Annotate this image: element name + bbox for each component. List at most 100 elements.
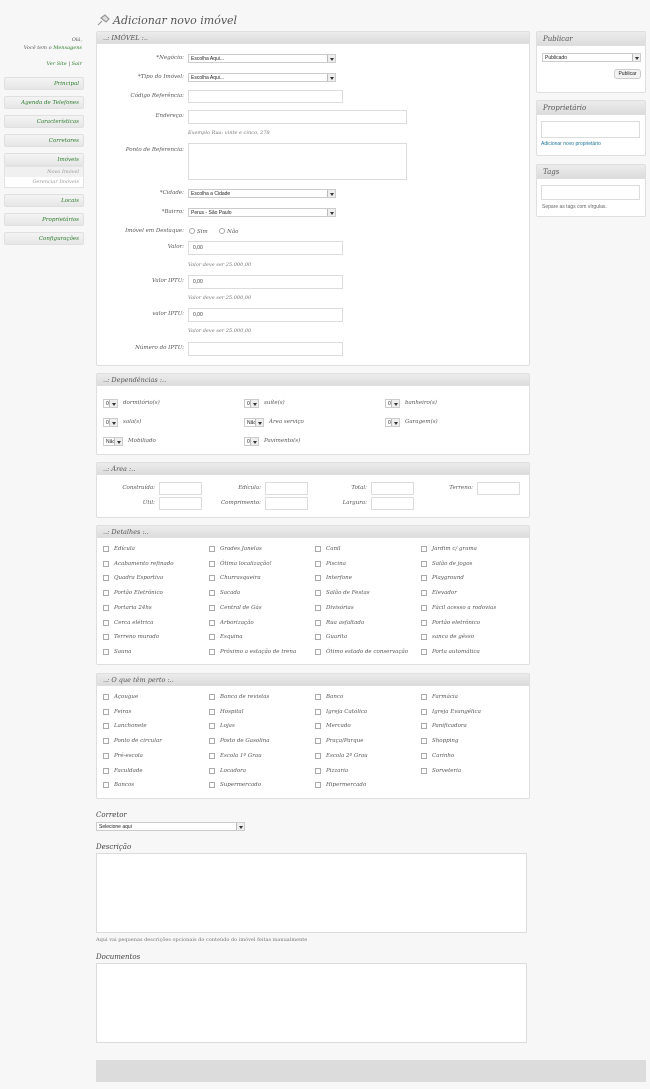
perto-checkbox[interactable] — [315, 738, 321, 745]
bairro-select[interactable]: Perus - São Paulo — [188, 208, 336, 217]
dependencia-select[interactable]: 0 — [103, 399, 118, 408]
menu-item-caracteristicas[interactable]: Características — [4, 115, 84, 128]
dependencia-select[interactable]: 0 — [103, 418, 118, 427]
detalhe-checkbox[interactable] — [103, 546, 109, 552]
detalhe-checkbox[interactable] — [315, 619, 321, 626]
codigo-input[interactable] — [188, 90, 343, 103]
publish-button[interactable]: Publicar — [614, 69, 641, 79]
detalhe-checkbox[interactable] — [209, 604, 215, 611]
perto-checkbox[interactable] — [209, 738, 215, 745]
perto-checkbox[interactable] — [103, 723, 109, 730]
detalhe-checkbox[interactable] — [209, 634, 215, 641]
perto-checkbox[interactable] — [315, 708, 321, 715]
dependencia-select[interactable]: 0 — [244, 399, 259, 408]
documentos-textarea[interactable] — [96, 963, 527, 1043]
view-site-link[interactable]: Ver Site — [47, 61, 67, 67]
perto-checkbox[interactable] — [103, 782, 109, 789]
menu-item-locais[interactable]: Locais — [4, 194, 84, 207]
dependencia-select[interactable]: 0 — [385, 418, 400, 427]
detalhe-checkbox[interactable] — [315, 648, 321, 655]
dependencia-select[interactable]: 0 — [244, 437, 259, 446]
detalhe-checkbox[interactable] — [421, 560, 427, 567]
perto-checkbox[interactable] — [209, 723, 215, 730]
detalhe-checkbox[interactable] — [421, 634, 427, 641]
menu-item-proprietarios[interactable]: Proprietários — [4, 213, 84, 226]
menu-item-imoveis[interactable]: Imóveis — [4, 153, 84, 166]
submenu-item-novo-imovel[interactable]: Novo Imóvel — [5, 167, 83, 177]
perto-checkbox[interactable] — [421, 694, 427, 700]
destaque-sim-option[interactable]: Sim — [189, 228, 208, 235]
detalhe-checkbox[interactable] — [103, 560, 109, 567]
numero-iptu-input[interactable] — [188, 342, 343, 356]
detalhe-checkbox[interactable] — [315, 604, 321, 611]
perto-checkbox[interactable] — [315, 782, 321, 789]
menu-item-agenda[interactable]: Agenda de Telefones — [4, 96, 84, 109]
perto-checkbox[interactable] — [421, 752, 427, 759]
detalhe-checkbox[interactable] — [209, 560, 215, 567]
perto-checkbox[interactable] — [209, 752, 215, 759]
detalhe-checkbox[interactable] — [421, 619, 427, 626]
perto-checkbox[interactable] — [103, 738, 109, 745]
detalhe-checkbox[interactable] — [315, 590, 321, 597]
detalhe-checkbox[interactable] — [315, 575, 321, 582]
detalhe-checkbox[interactable] — [315, 560, 321, 567]
nao-radio[interactable] — [219, 228, 225, 234]
perto-checkbox[interactable] — [103, 767, 109, 774]
detalhe-checkbox[interactable] — [315, 546, 321, 552]
detalhe-checkbox[interactable] — [315, 634, 321, 641]
dependencia-select[interactable]: 0 — [385, 399, 400, 408]
perto-checkbox[interactable] — [315, 723, 321, 730]
detalhe-checkbox[interactable] — [209, 619, 215, 626]
perto-checkbox[interactable] — [315, 767, 321, 774]
detalhe-checkbox[interactable] — [103, 575, 109, 582]
endereco-input[interactable] — [188, 110, 407, 124]
detalhe-checkbox[interactable] — [103, 619, 109, 626]
perto-checkbox[interactable] — [103, 752, 109, 759]
logout-link[interactable]: Sair — [72, 61, 82, 67]
tags-input[interactable] — [541, 185, 640, 200]
perto-checkbox[interactable] — [103, 708, 109, 715]
area-field-input[interactable] — [371, 497, 414, 510]
perto-checkbox[interactable] — [421, 767, 427, 774]
perto-checkbox[interactable] — [315, 752, 321, 759]
dependencia-select[interactable]: Não — [244, 418, 264, 427]
perto-checkbox[interactable] — [209, 782, 215, 789]
perto-checkbox[interactable] — [421, 738, 427, 745]
menu-item-principal[interactable]: Principal — [4, 77, 84, 90]
detalhe-checkbox[interactable] — [103, 590, 109, 597]
detalhe-checkbox[interactable] — [421, 604, 427, 611]
descricao-textarea[interactable] — [96, 853, 527, 933]
area-field-input[interactable] — [477, 482, 520, 495]
status-select[interactable]: Publicado — [542, 53, 641, 62]
detalhe-checkbox[interactable] — [209, 590, 215, 597]
submenu-item-gerenciar-imoveis[interactable]: Gerenciar Imóveis — [5, 177, 83, 187]
perto-checkbox[interactable] — [209, 694, 215, 700]
dependencia-select[interactable]: Não — [103, 437, 123, 446]
valor-input[interactable]: 0,00 — [188, 241, 343, 255]
detalhe-checkbox[interactable] — [103, 604, 109, 611]
perto-checkbox[interactable] — [103, 694, 109, 700]
iptu2-input[interactable]: 0,00 — [188, 308, 343, 322]
detalhe-checkbox[interactable] — [421, 590, 427, 597]
destaque-nao-option[interactable]: Não — [219, 228, 238, 235]
sim-radio[interactable] — [189, 228, 195, 234]
detalhe-checkbox[interactable] — [209, 648, 215, 655]
cidade-select[interactable]: Escolha a Cidade — [188, 189, 336, 198]
detalhe-checkbox[interactable] — [421, 575, 427, 582]
menu-item-configuracoes[interactable]: Configurações — [4, 232, 84, 245]
perto-checkbox[interactable] — [209, 767, 215, 774]
menu-item-corretores[interactable]: Corretores — [4, 134, 84, 147]
perto-checkbox[interactable] — [209, 708, 215, 715]
detalhe-checkbox[interactable] — [103, 634, 109, 641]
detalhe-checkbox[interactable] — [421, 648, 427, 655]
messages-link[interactable]: Mensagens — [53, 45, 82, 51]
tipo-select[interactable]: Escolha Aqui... — [188, 73, 336, 82]
detalhe-checkbox[interactable] — [103, 648, 109, 655]
detalhe-checkbox[interactable] — [209, 546, 215, 552]
perto-checkbox[interactable] — [421, 708, 427, 715]
perto-checkbox[interactable] — [421, 723, 427, 730]
proprietario-input[interactable] — [541, 121, 640, 138]
perto-checkbox[interactable] — [315, 694, 321, 700]
detalhe-checkbox[interactable] — [421, 546, 427, 552]
negocio-select[interactable]: Escolha Aqui... — [188, 54, 336, 63]
